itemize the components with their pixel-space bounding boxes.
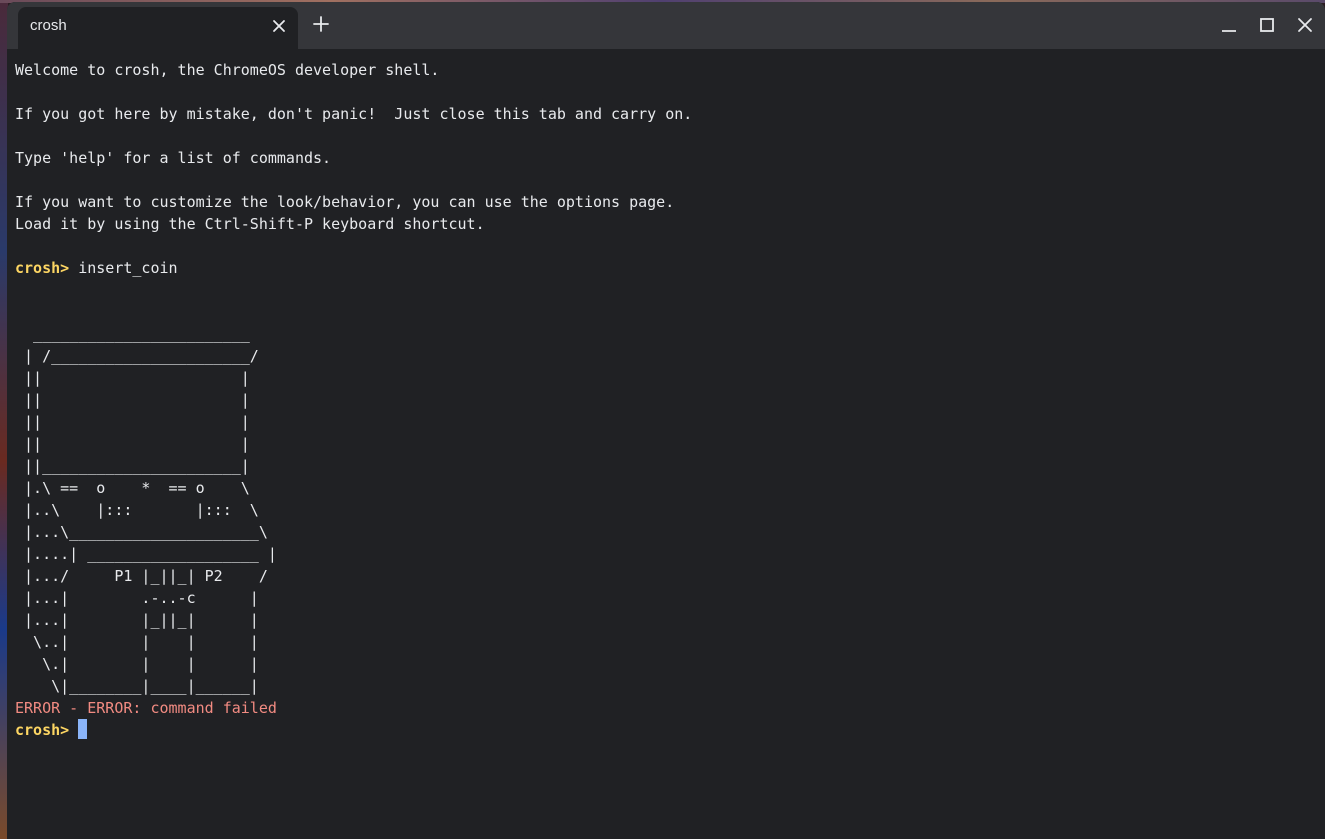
prompt-label: crosh> [15,259,70,277]
customize-line: If you want to customize the look/behavi… [15,193,675,211]
title-bar: crosh [7,2,1325,49]
welcome-line: Welcome to crosh, the ChromeOS developer… [15,61,440,79]
ascii-line: || | [15,435,250,453]
ascii-line: |...| |_||_| | [15,611,259,629]
command-text: insert_coin [78,259,178,277]
ascii-line: | /______________________/ [15,347,259,365]
customize-line: Load it by using the Ctrl-Shift-P keyboa… [15,215,485,233]
prompt-label: crosh> [15,721,70,739]
close-icon[interactable] [1296,16,1314,34]
ascii-line: |....| ___________________ | [15,545,277,563]
ascii-line: ________________________ [15,325,250,343]
ascii-line: |..\ |::: |::: \ [15,501,259,519]
ascii-line: |...\_____________________\ [15,523,268,541]
ascii-line: \|________|____|______| [15,677,259,695]
terminal-area[interactable]: Welcome to crosh, the ChromeOS developer… [7,49,1325,839]
close-icon[interactable] [270,17,288,35]
ascii-line: ||______________________| [15,457,250,475]
terminal-cursor[interactable] [78,719,88,739]
crosh-window: crosh Welcome to crosh, the ChromeOS dev… [7,2,1325,839]
ascii-line: || | [15,413,250,431]
minimize-icon[interactable] [1220,16,1238,34]
ascii-line: || | [15,391,250,409]
tab-title: crosh [30,17,67,34]
ascii-line: |...| .-..-c | [15,589,259,607]
tab-crosh[interactable]: crosh [18,7,298,49]
plus-icon[interactable] [311,14,331,34]
error-line: ERROR - ERROR: command failed [15,699,277,717]
ascii-line: \..| | | | [15,633,259,651]
mistake-line: If you got here by mistake, don't panic!… [15,105,693,123]
ascii-line: |.../ P1 |_||_| P2 / [15,567,268,585]
terminal-output: Welcome to crosh, the ChromeOS developer… [15,59,692,741]
maximize-icon[interactable] [1258,16,1276,34]
ascii-line: || | [15,369,250,387]
ascii-line: \.| | | | [15,655,259,673]
help-line: Type 'help' for a list of commands. [15,149,332,167]
ascii-line: |.\ == o * == o \ [15,479,250,497]
